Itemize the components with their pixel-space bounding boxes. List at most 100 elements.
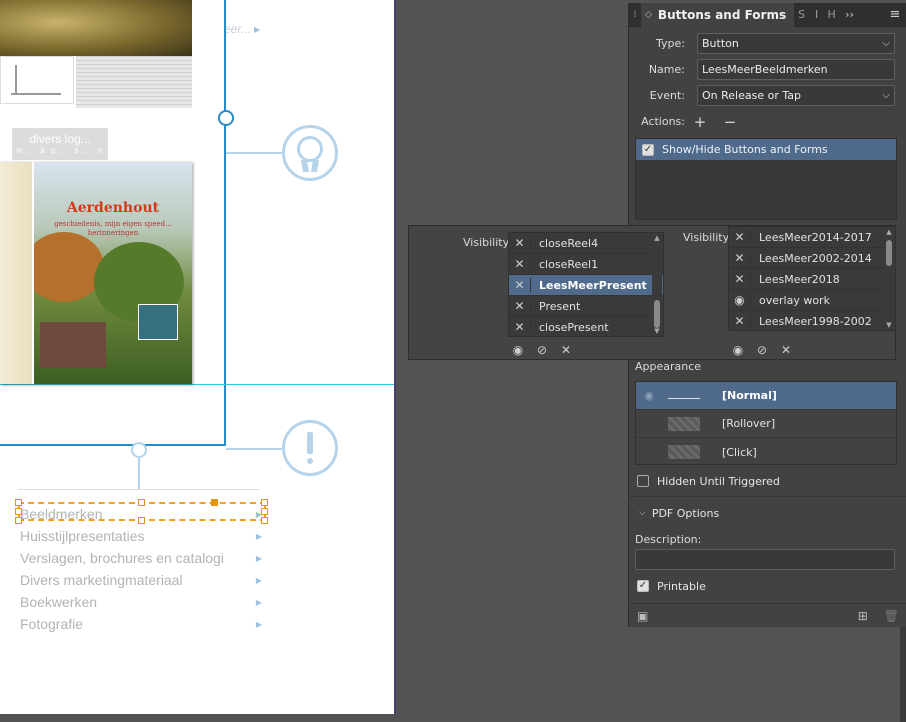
arrow-right-icon: ▶ — [255, 553, 262, 563]
hidden-until-triggered-checkbox[interactable] — [637, 475, 649, 487]
panel-grip-icon[interactable]: ⁞ — [629, 9, 641, 20]
name-field[interactable]: LeesMeerBeeldmerken — [697, 59, 895, 80]
visibility-item-label: overlay work — [759, 293, 830, 307]
hide-icon[interactable]: ✕ — [729, 230, 751, 244]
tab-h[interactable]: H — [824, 8, 839, 21]
resize-handle[interactable] — [261, 517, 268, 524]
type-value: Button — [702, 37, 739, 50]
menu-item-divers-marketing[interactable]: Divers marketingmateriaal ▶ — [20, 569, 262, 591]
eye-icon[interactable]: ◉ — [729, 293, 751, 307]
panel-menu-icon[interactable]: ≡ — [883, 7, 906, 22]
visibility-item[interactable]: ✕ LeesMeer2018 — [729, 269, 895, 290]
state-label: [Normal] — [722, 389, 777, 402]
hide-icon[interactable]: ✕ — [729, 251, 751, 265]
action-checkbox[interactable]: ✓ — [642, 143, 654, 156]
horizontal-guide[interactable] — [0, 384, 394, 385]
appearance-state-normal[interactable]: ◉ [Normal] — [636, 382, 896, 410]
hidden-until-triggered-row[interactable]: Hidden Until Triggered — [637, 473, 780, 489]
state-thumbnail — [668, 445, 700, 459]
book-front: Aerdenhout geschiedenis, mijn eigen spee… — [34, 162, 192, 384]
resize-handle[interactable] — [138, 499, 145, 506]
type-dropdown[interactable]: Button ⌵ — [697, 33, 895, 54]
preview-icon[interactable]: ▣ — [637, 609, 648, 623]
tab-i[interactable]: I — [809, 8, 824, 21]
add-action-button[interactable]: + — [691, 113, 709, 131]
arrow-right-icon: ▶ — [255, 531, 262, 541]
hide-icon[interactable]: ✕ — [509, 257, 531, 271]
menu-divider-line — [18, 489, 260, 490]
scroll-down-icon[interactable]: ▼ — [884, 321, 894, 329]
description-field[interactable] — [635, 549, 895, 570]
scroll-thumb[interactable] — [886, 240, 892, 266]
state-label: [Rollover] — [722, 417, 776, 430]
scroll-up-icon[interactable]: ▲ — [884, 228, 894, 236]
visibility-item[interactable]: ✕ LeesMeer2014-2017 — [729, 227, 895, 248]
list-scrollbar[interactable]: ▲ ▼ — [652, 234, 662, 335]
menu-item-label: Boekwerken — [20, 594, 98, 610]
action-item-show-hide[interactable]: ✓ Show/Hide Buttons and Forms — [636, 139, 896, 160]
visibility-item[interactable]: ✕ LeesMeer1998-2002 — [729, 311, 895, 330]
visibility-item[interactable]: ✕ Present — [509, 296, 663, 317]
tab-buttons-and-forms[interactable]: ◇ Buttons and Forms — [641, 2, 795, 27]
menu-item-fotografie[interactable]: Fotografie ▶ — [20, 613, 262, 635]
show-icon[interactable]: ◉ — [729, 343, 747, 357]
hide-icon[interactable]: ✕ — [509, 299, 531, 313]
appearance-state-rollover[interactable]: [Rollover] — [636, 410, 896, 438]
visibility-list-right: ✕ LeesMeer2014-2017 ✕ LeesMeer2002-2014 … — [728, 226, 896, 331]
scroll-thumb[interactable] — [654, 300, 660, 328]
hide-icon[interactable]: ✕ — [509, 278, 531, 292]
visibility-item[interactable]: ◉ overlay work — [729, 290, 895, 311]
menu-item-huisstijlpresentaties[interactable]: Huisstijlpresentaties ▶ — [20, 525, 262, 547]
resize-handle[interactable] — [138, 517, 145, 524]
tab-s[interactable]: S — [794, 8, 809, 21]
visibility-item[interactable]: ✕ closeReel1 — [509, 254, 663, 275]
frame-anchor-handle[interactable] — [218, 110, 234, 126]
resize-handle[interactable] — [261, 499, 268, 506]
action-list: ✓ Show/Hide Buttons and Forms — [635, 138, 897, 220]
visibility-label-right: Visibility: — [683, 231, 733, 244]
book-cover-image[interactable]: Aerdenhout geschiedenis, mijn eigen spee… — [0, 162, 192, 384]
appearance-list: ◉ [Normal] [Rollover] [Click] — [635, 381, 897, 465]
menu-item-boekwerken[interactable]: Boekwerken ▶ — [20, 591, 262, 613]
event-dropdown[interactable]: On Release or Tap ⌵ — [697, 85, 895, 106]
resize-handle[interactable] — [211, 499, 218, 506]
hide-icon[interactable]: ✕ — [729, 272, 751, 286]
appearance-state-click[interactable]: [Click] — [636, 438, 896, 466]
menu-item-verslagen[interactable]: Verslagen, brochures en catalogi ▶ — [20, 547, 262, 569]
printable-checkbox[interactable]: ✓ — [637, 580, 649, 592]
list-scrollbar[interactable]: ▲ ▼ — [884, 228, 894, 329]
panel-tab-bar: ⁞ ◇ Buttons and Forms S I H ›› ≡ — [629, 2, 906, 27]
trash-icon[interactable]: 🗑 — [884, 609, 899, 623]
printable-row[interactable]: ✓ Printable — [637, 578, 706, 594]
pdf-options-header[interactable]: ⌵ PDF Options — [639, 505, 719, 521]
visibility-item[interactable]: ✕ LeesMeer2002-2014 — [729, 248, 895, 269]
visibility-item[interactable]: ✕ closeReel4 — [509, 233, 663, 254]
remove-action-button[interactable]: − — [721, 113, 739, 131]
chevron-down-icon: ⌵ — [639, 508, 646, 518]
hide-icon[interactable]: ✕ — [509, 236, 531, 250]
connector-line — [226, 152, 284, 154]
tab-collapse-icon: ◇ — [645, 9, 652, 20]
scroll-down-icon[interactable]: ▼ — [652, 327, 662, 335]
visibility-item[interactable]: ✕ closePresent — [509, 317, 663, 336]
visibility-item-label: LeesMeerPresent — [539, 278, 647, 292]
hide-icon[interactable]: ✕ — [729, 314, 751, 328]
menu-item-label: Verslagen, brochures en catalogi — [20, 550, 224, 566]
convert-to-button-icon[interactable]: ⊞ — [858, 609, 868, 623]
hide-all-icon[interactable]: ⊘ — [753, 343, 771, 357]
eye-icon[interactable]: ◉ — [636, 389, 662, 402]
visibility-item-selected[interactable]: ✕ LeesMeerPresent — [509, 275, 663, 296]
resize-handle[interactable] — [15, 508, 22, 515]
ignore-icon[interactable]: ✕ — [557, 343, 575, 357]
more-tabs-icon[interactable]: ›› — [845, 8, 854, 21]
resize-handle[interactable] — [15, 517, 22, 524]
show-icon[interactable]: ◉ — [509, 343, 527, 357]
document-page[interactable]: eer... ▶ divers log... w... a p... s... … — [0, 0, 396, 714]
hide-all-icon[interactable]: ⊘ — [533, 343, 551, 357]
resize-handle[interactable] — [15, 499, 22, 506]
scroll-up-icon[interactable]: ▲ — [652, 234, 662, 242]
divers-logo-overlay: divers log... w... a p... s... n — [12, 128, 108, 160]
resize-handle[interactable] — [261, 508, 268, 515]
ignore-icon[interactable]: ✕ — [777, 343, 795, 357]
hide-icon[interactable]: ✕ — [509, 320, 531, 334]
